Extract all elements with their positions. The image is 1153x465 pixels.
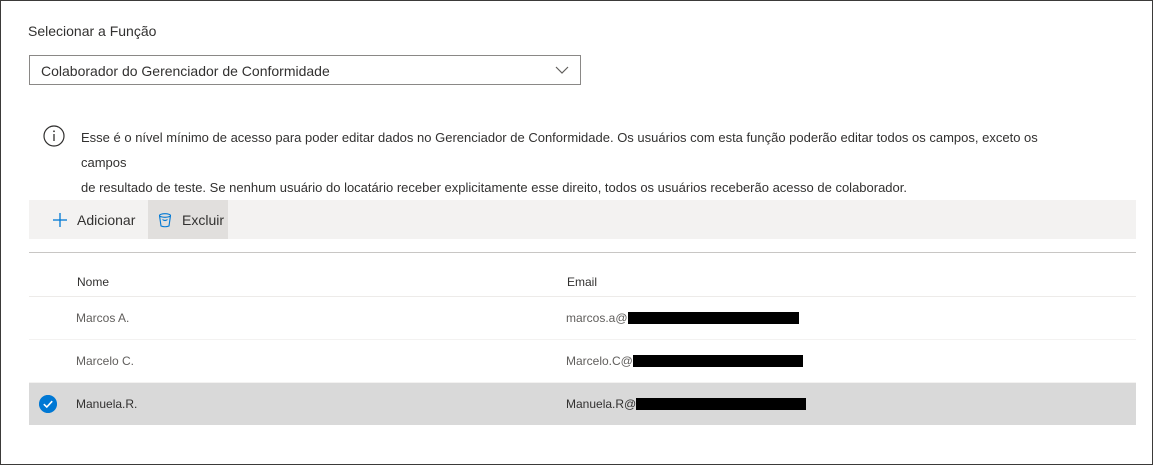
redacted-block bbox=[636, 398, 807, 410]
checkmark-circle-icon[interactable] bbox=[39, 395, 57, 413]
table-row[interactable]: Marcelo C. Marcelo.C@ bbox=[29, 340, 1136, 383]
redacted-block bbox=[632, 355, 803, 367]
users-table: Nome Email Marcos A. marcos.a@ Marcelo C… bbox=[29, 263, 1136, 425]
redacted-block bbox=[627, 312, 799, 324]
user-name: Manuela.R. bbox=[76, 397, 138, 411]
column-header-email[interactable]: Email bbox=[567, 275, 597, 289]
column-header-name[interactable]: Nome bbox=[77, 275, 109, 289]
add-button-label: Adicionar bbox=[77, 211, 136, 228]
user-email: Marcelo.C@ bbox=[566, 354, 803, 368]
table-row[interactable]: Marcos A. marcos.a@ bbox=[29, 297, 1136, 340]
user-email-prefix: marcos.a@ bbox=[566, 311, 628, 325]
user-email: marcos.a@ bbox=[566, 311, 799, 325]
user-email: Manuela.R@ bbox=[566, 397, 807, 411]
info-message: Esse é o nível mínimo de acesso para pod… bbox=[81, 125, 1081, 200]
chevron-down-icon bbox=[555, 66, 569, 74]
delete-button-label: Excluir bbox=[182, 211, 225, 228]
table-header: Nome Email bbox=[29, 263, 1136, 297]
delete-button[interactable]: Excluir bbox=[148, 200, 228, 239]
user-name: Marcelo C. bbox=[76, 354, 135, 368]
info-message-line2: de resultado de teste. Se nenhum usuário… bbox=[81, 180, 907, 195]
info-icon bbox=[43, 125, 65, 147]
table-row-selected[interactable]: Manuela.R. Manuela.R@ bbox=[29, 383, 1136, 425]
role-dropdown-value: Colaborador do Gerenciador de Conformida… bbox=[41, 63, 330, 79]
plus-icon bbox=[53, 212, 67, 227]
add-button[interactable]: Adicionar bbox=[52, 200, 135, 239]
user-email-prefix: Manuela.R@ bbox=[566, 397, 637, 411]
role-label: Selecionar a Função bbox=[28, 23, 157, 39]
info-message-line1: Esse é o nível mínimo de acesso para pod… bbox=[81, 130, 1038, 170]
command-bar: Adicionar Excluir bbox=[29, 200, 1136, 239]
user-email-prefix: Marcelo.C@ bbox=[566, 354, 633, 368]
divider bbox=[29, 252, 1136, 253]
trash-icon bbox=[158, 212, 172, 227]
user-name: Marcos A. bbox=[76, 311, 130, 325]
role-dropdown[interactable]: Colaborador do Gerenciador de Conformida… bbox=[29, 55, 581, 85]
role-panel: Selecionar a Função Colaborador do Geren… bbox=[0, 0, 1153, 465]
